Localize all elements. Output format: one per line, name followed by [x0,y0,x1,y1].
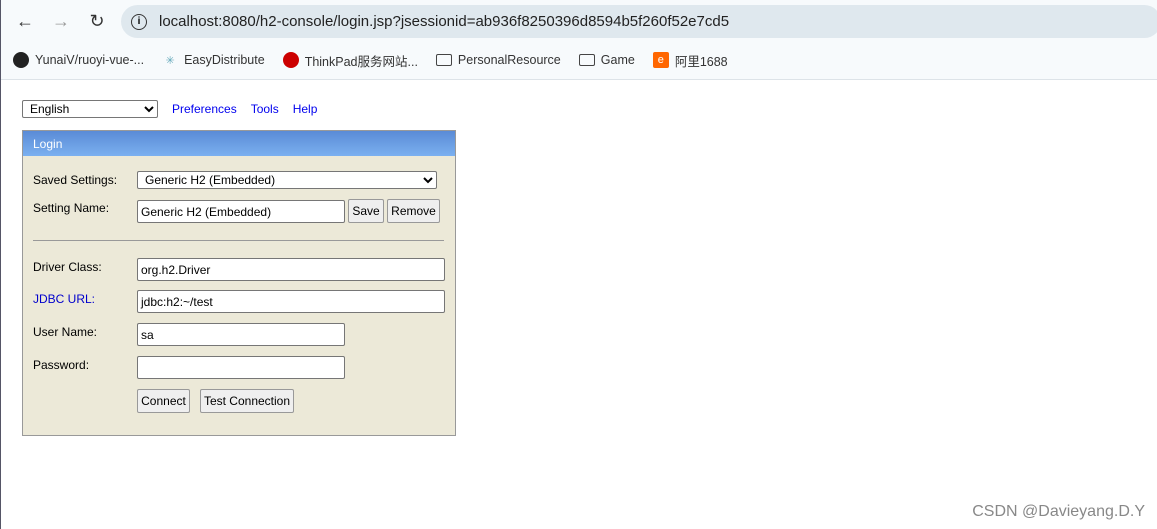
login-title: Login [23,131,455,156]
reload-icon[interactable]: ↻ [85,9,109,33]
alibaba-icon: e [652,52,669,68]
bookmark[interactable]: ✳ EasyDistribute [162,52,265,68]
save-button[interactable]: Save [348,199,384,223]
info-icon[interactable]: i [131,13,147,30]
url-text: localhost:8080/h2-console/login.jsp?jses… [159,13,730,30]
bookmark-label: YunaiV/ruoyi-vue-... [35,53,145,67]
bookmark[interactable]: YunaiV/ruoyi-vue-... [13,52,144,68]
setting-name-input[interactable]: Generic H2 (Embedded) [137,200,345,223]
jdbc-url-link[interactable]: JDBC URL: [33,292,95,306]
bookmark[interactable]: PersonalResource [435,53,561,67]
help-link[interactable]: Help [293,102,318,116]
preferences-link[interactable]: Preferences [172,102,237,116]
bookmark[interactable]: Game [578,53,635,67]
bookmark-label: Game [600,53,635,67]
browser-chrome: ← → ↻ i localhost:8080/h2-console/login.… [1,0,1157,80]
bookmark-label: EasyDistribute [184,53,265,67]
folder-icon [578,54,595,66]
driver-class-label: Driver Class: [33,260,102,274]
bookmark-label: 阿里1688 [674,54,728,69]
test-connection-button[interactable]: Test Connection [200,389,294,413]
back-icon[interactable]: ← [13,9,37,33]
bookmarks-bar: YunaiV/ruoyi-vue-... ✳ EasyDistribute Thi… [1,42,1157,78]
saved-settings-select[interactable]: Generic H2 (Embedded) [137,171,437,189]
saved-settings-label: Saved Settings: [33,173,118,187]
address-bar[interactable]: i localhost:8080/h2-console/login.jsp?js… [121,5,1157,38]
password-label: Password: [33,358,90,372]
bookmark-label: PersonalResource [457,53,561,67]
remove-button[interactable]: Remove [387,199,440,223]
tools-link[interactable]: Tools [251,102,279,116]
user-name-input[interactable]: sa [137,323,345,346]
connect-button[interactable]: Connect [137,389,190,413]
thinkpad-icon [282,52,299,68]
language-select[interactable]: English [22,100,158,118]
app-icon: ✳ [165,54,175,67]
top-bar: English Preferences Tools Help [22,100,317,118]
divider [33,240,444,241]
watermark: CSDN @Davieyang.D.Y [972,503,1145,520]
bookmark[interactable]: ThinkPad服务网站... [282,51,418,70]
jdbc-url-input[interactable]: jdbc:h2:~/test [137,290,445,313]
user-name-label: User Name: [33,325,98,339]
password-input[interactable] [137,356,345,379]
login-panel: Login Saved Settings: Generic H2 (Embedd… [22,130,456,436]
forward-icon[interactable]: → [49,9,73,33]
github-icon [13,52,29,68]
folder-icon [435,54,452,66]
bookmark[interactable]: e 阿里1688 [652,51,728,70]
driver-class-input[interactable]: org.h2.Driver [137,258,445,281]
setting-name-label: Setting Name: [33,201,110,215]
bookmark-label: ThinkPad服务网站... [304,54,418,69]
